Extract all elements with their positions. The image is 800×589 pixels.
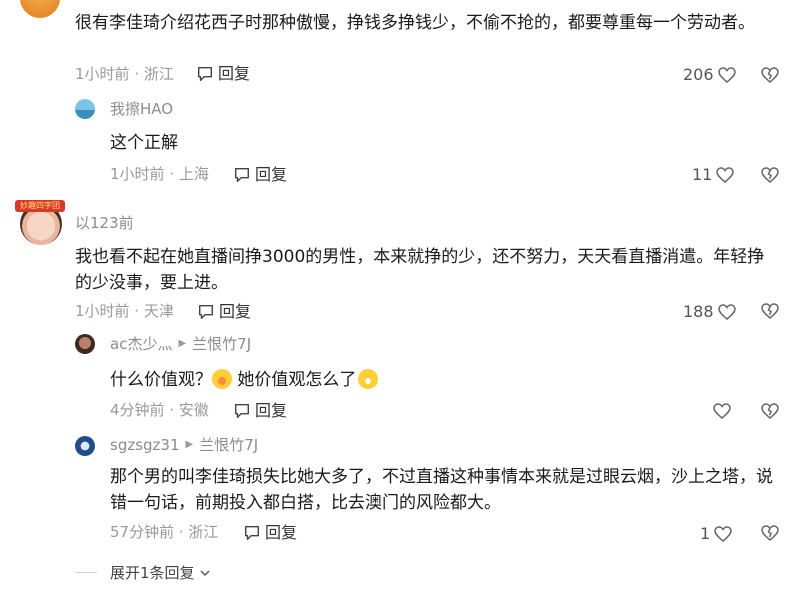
comment-author[interactable]: 以123前 — [75, 213, 134, 233]
reply-label: 回复 — [255, 401, 288, 420]
reply-author[interactable]: 我擦HAO — [110, 99, 173, 119]
heart-icon — [717, 304, 736, 320]
reply-label: 回复 — [218, 64, 251, 83]
broken-heart-icon[interactable] — [760, 524, 780, 542]
chevron-down-icon — [200, 569, 210, 576]
like-count: 11 — [692, 165, 713, 184]
reply-label: 回复 — [255, 165, 288, 184]
comment-time-location: 1小时前 · 天津 — [75, 302, 174, 320]
comment-bubble-icon — [244, 525, 260, 541]
reply-time-location: 1小时前 · 上海 — [110, 165, 209, 183]
reply-button[interactable]: 回复 — [233, 165, 287, 185]
like-button[interactable]: 11 — [692, 165, 735, 185]
like-button[interactable]: 188 — [683, 302, 737, 322]
triangle-right-icon: ▶ — [178, 338, 187, 349]
comment-text: 很有李佳琦介绍花西子时那种傲慢，挣钱多挣钱少，不偷不抢的，都要尊重每一个劳动者。 — [75, 13, 755, 33]
reply-text-part: 她价值观怎么了 — [232, 370, 357, 390]
smile-emoji-icon — [358, 369, 379, 389]
reply-button[interactable]: 回复 — [197, 302, 251, 322]
reply-text-part: 什么价值观？ — [110, 370, 212, 390]
reply-label: 回复 — [265, 523, 298, 542]
reply-button[interactable]: 回复 — [196, 64, 250, 84]
like-count: 1 — [700, 524, 711, 543]
laughing-emoji-icon — [212, 369, 232, 389]
reply-text: 这个正解 — [110, 133, 178, 153]
broken-heart-icon[interactable] — [760, 166, 780, 184]
expand-replies-label: 展开1条回复 — [110, 564, 195, 582]
avatar[interactable] — [75, 334, 95, 354]
reply-button[interactable]: 回复 — [233, 401, 287, 421]
avatar[interactable] — [75, 99, 95, 119]
reply-label: 回复 — [219, 302, 252, 321]
reply-author[interactable]: ac杰少灬 ▶ 兰恨竹7J — [110, 334, 251, 354]
reply-to-name: 兰恨竹7J — [199, 436, 259, 454]
comment-time-location: 1小时前 · 浙江 — [75, 65, 174, 83]
heart-icon — [716, 167, 735, 183]
broken-heart-icon[interactable] — [760, 66, 780, 84]
comment-text: 我也看不起在她直播间挣3000的男性，本来就挣的少，还不努力，天天看直播消遣。年… — [75, 247, 765, 293]
avatar-badge: 妙趣四字团 — [15, 200, 65, 212]
reply-text: 那个男的叫李佳琦损失比她大多了，不过直播这种事情本来就是过眼云烟，沙上之塔，说错… — [110, 467, 773, 513]
comment-bubble-icon — [234, 167, 250, 183]
like-count: 206 — [683, 65, 714, 84]
like-count: 188 — [683, 302, 714, 321]
like-button[interactable]: 206 — [683, 65, 737, 85]
heart-icon — [714, 526, 732, 542]
avatar[interactable] — [20, 0, 60, 18]
reply-time-location: 57分钟前 · 浙江 — [110, 523, 219, 541]
comment-bubble-icon — [234, 403, 250, 419]
broken-heart-icon[interactable] — [760, 402, 780, 420]
author-name: sgzsgz31 — [110, 436, 180, 454]
reply-time-location: 4分钟前 · 安徽 — [110, 401, 209, 419]
avatar[interactable] — [75, 436, 95, 456]
reply-to-name: 兰恨竹7J — [192, 335, 252, 353]
author-name: 以123前 — [75, 214, 134, 232]
expand-replies-button[interactable]: 展开1条回复 — [110, 562, 211, 583]
like-button[interactable]: 1 — [700, 524, 733, 544]
heart-icon — [717, 67, 736, 83]
heart-icon[interactable] — [712, 402, 732, 420]
comment-bubble-icon — [198, 304, 214, 320]
divider — [75, 572, 97, 573]
triangle-right-icon: ▶ — [185, 439, 194, 450]
reply-text: 什么价值观？ 她价值观怎么了 — [110, 367, 770, 393]
broken-heart-icon[interactable] — [760, 302, 780, 320]
comment-bubble-icon — [197, 66, 213, 82]
author-name: ac杰少灬 — [110, 335, 173, 353]
reply-author[interactable]: sgzsgz31 ▶ 兰恨竹7J — [110, 435, 258, 455]
reply-button[interactable]: 回复 — [243, 523, 297, 543]
author-name: 我擦HAO — [110, 100, 174, 118]
